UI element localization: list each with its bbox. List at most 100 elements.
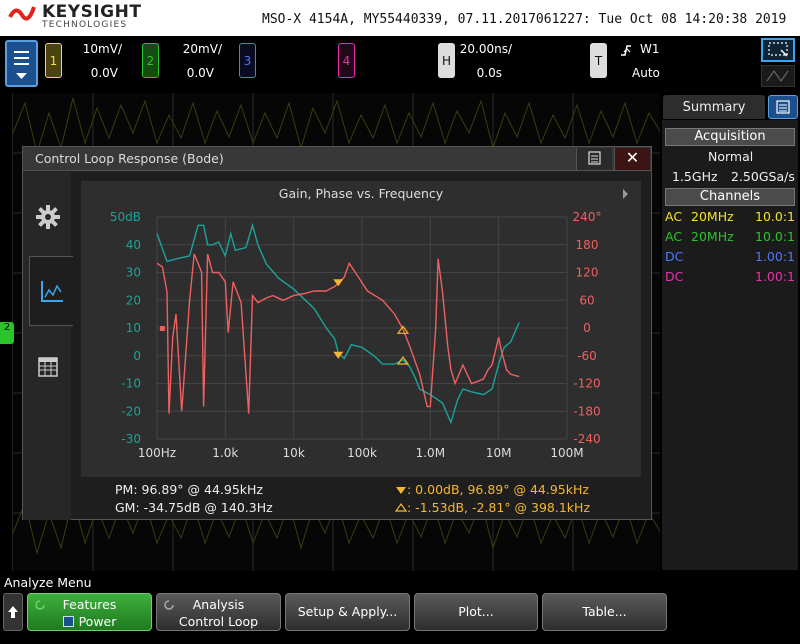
acquisition-header: Acquisition: [665, 128, 795, 146]
bode-chart[interactable]: Gain, Phase vs. Frequency 100Hz 1.0k 10k 10…: [81, 181, 641, 477]
y-right-tick-label: -180: [573, 404, 600, 418]
features-label: Features: [62, 597, 117, 612]
y-left-tick-label: 30: [126, 266, 141, 280]
list-icon: [588, 151, 601, 165]
x-tick-label: 1.0k: [212, 446, 238, 460]
waveform-mode-button[interactable]: [761, 65, 795, 87]
marker-2-readout: : -1.53dB, -2.81° @ 398.1kHz: [407, 500, 591, 515]
chart-title: Gain, Phase vs. Frequency: [279, 186, 444, 201]
tab-table[interactable]: [27, 332, 69, 402]
plot-softkey[interactable]: Plot...: [414, 593, 538, 631]
dialog-title-bar[interactable]: Control Loop Response (Bode) ✕: [23, 147, 651, 171]
ch2-probe: 10.0:1: [755, 229, 795, 244]
trigger-edge-icon: [621, 45, 631, 56]
list-icon: [776, 100, 790, 114]
y-left-tick-label: 40: [126, 238, 141, 252]
keysight-logo-icon: [8, 6, 36, 21]
channel-2-ground-marker[interactable]: 2: [0, 322, 14, 344]
y-right-tick-label: -120: [573, 377, 600, 391]
ch1-coupling: AC: [665, 209, 683, 224]
marker-2-icon: [395, 503, 407, 512]
ch1-probe: 10.0:1: [755, 209, 795, 224]
tab-summary[interactable]: Summary: [663, 95, 765, 119]
table-softkey[interactable]: Table...: [542, 593, 667, 631]
setup-apply-softkey[interactable]: Setup & Apply...: [285, 593, 410, 631]
y-right-tick-label: 180: [576, 238, 599, 252]
phase-start-marker: [159, 325, 165, 331]
analysis-label: Analysis: [192, 597, 245, 612]
y-left-tick-label: 50dB: [110, 210, 141, 224]
menu-up-button[interactable]: [3, 593, 23, 631]
channel-1-button[interactable]: 1: [45, 43, 62, 78]
dialog-menu-button[interactable]: [576, 148, 612, 170]
features-value-row: Power: [28, 614, 151, 629]
summary-panel: Summary Acquisition Normal 1.5GHz 2.50GS…: [660, 93, 800, 571]
sample-rate-value: 2.50GSa/s: [731, 169, 795, 184]
ch3-coupling: DC: [665, 249, 684, 264]
x-tick-label: 100M: [550, 446, 583, 460]
summary-menu-button[interactable]: [768, 95, 798, 119]
bode-chart-svg: Gain, Phase vs. Frequency 100Hz 1.0k 10k 10…: [110, 186, 628, 460]
x-tick-label: 100k: [347, 446, 377, 460]
analysis-value: Control Loop: [178, 614, 259, 629]
ch1-bw: 20MHz: [691, 209, 734, 224]
y-left-tick-label: 20: [126, 293, 141, 307]
arrow-up-icon: [8, 606, 18, 618]
gain-series-line: [156, 222, 520, 425]
y-right-tick-label: 0: [583, 321, 591, 335]
dialog-close-button[interactable]: ✕: [614, 148, 650, 170]
menu-title: Analyze Menu: [4, 575, 92, 590]
x-tick-label: 1.0M: [416, 446, 445, 460]
ch2-coupling: AC: [665, 229, 683, 244]
summary-body: Acquisition Normal 1.5GHz 2.50GSa/s Chan…: [662, 120, 798, 570]
timebase-value: 20.00ns/: [459, 42, 512, 56]
tab-settings[interactable]: [27, 182, 69, 252]
brand-subtitle: TECHNOLOGIES: [42, 20, 128, 30]
dialog-side-tabs: [23, 172, 73, 520]
softkey-bar: Analyze Menu Features Power Analysis Con…: [0, 571, 800, 632]
measurement-readout: PM: 96.89° @ 44.95kHz GM: -34.75dB @ 140…: [81, 479, 641, 519]
channels-header: Channels: [665, 188, 795, 206]
channel-bar: 1 10mV/ 0.0V 2 20mV/ 0.0V 3 4 H 20.00ns/…: [0, 36, 800, 93]
trigger-button[interactable]: T: [590, 43, 607, 78]
ch4-coupling: DC: [665, 269, 684, 284]
channel-1-scale: 10mV/: [82, 42, 122, 56]
features-softkey[interactable]: Features Power: [27, 593, 152, 631]
y-right-tick-label: 240°: [573, 210, 602, 224]
channel-1-offset: 0.0V: [90, 66, 118, 80]
delay-value: 0.0s: [476, 66, 502, 80]
channel-2-scale: 20mV/: [182, 42, 222, 56]
bode-dialog: Control Loop Response (Bode) ✕ Gain, Pha…: [22, 146, 652, 520]
trigger-mode: Auto: [632, 66, 660, 80]
waveform-icon: [766, 69, 789, 83]
acquisition-mode: Normal: [708, 149, 754, 164]
features-value: Power: [78, 614, 117, 629]
brand-name: KEYSIGHT: [42, 2, 142, 22]
phase-margin: PM: 96.89° @ 44.95kHz: [115, 482, 263, 497]
tab-chart[interactable]: [29, 256, 73, 326]
menu-icon: [14, 51, 29, 79]
y-left-tick-label: -30: [121, 432, 141, 446]
channel-4-button[interactable]: 4: [338, 43, 355, 78]
checkbox-icon: [62, 616, 74, 627]
zoom-box-icon: [768, 42, 788, 57]
channel-2-offset: 0.0V: [186, 66, 214, 80]
chart-expand-icon[interactable]: [623, 189, 628, 199]
y-left-tick-label: 0: [133, 349, 141, 363]
y-right-tick-label: 60: [579, 293, 594, 307]
instrument-info: MSO-X 4154A, MY55440339, 07.11.201706122…: [262, 12, 787, 27]
gear-icon: [36, 205, 60, 229]
x-tick-label: 10k: [283, 446, 305, 460]
horizontal-button[interactable]: H: [438, 43, 455, 78]
marker-1-icon: [396, 487, 406, 494]
channel-2-button[interactable]: 2: [142, 43, 159, 78]
channel-3-button[interactable]: 3: [239, 43, 256, 78]
analysis-softkey[interactable]: Analysis Control Loop: [156, 593, 281, 631]
main-menu-button[interactable]: [5, 40, 38, 87]
y-left-tick-label: -20: [121, 404, 141, 418]
chart-icon: [40, 281, 63, 302]
x-tick-label: 100Hz: [138, 446, 176, 460]
y-right-tick-label: -240: [573, 432, 600, 446]
bandwidth-value: 1.5GHz: [672, 169, 718, 184]
zoom-button[interactable]: [761, 38, 795, 62]
